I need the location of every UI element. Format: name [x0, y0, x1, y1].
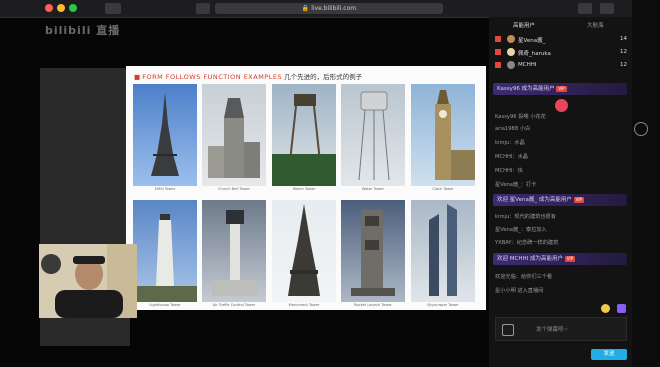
caption-monument-tower: Monument Tower: [288, 303, 320, 307]
rank-username: 佩奇_haruka: [518, 51, 551, 57]
rank-count: 14: [620, 36, 627, 42]
danmaku-icon[interactable]: [502, 324, 514, 336]
flower-gift-icon: [555, 99, 568, 112]
presentation-slide: ■ FORM FOLLOWS FUNCTION EXAMPLES 几个先进的，后…: [126, 66, 486, 310]
caption-watch-tower: Watch Tower: [292, 187, 316, 191]
clock-tower-photo: [411, 84, 475, 186]
chat-input-placeholder: 发个弹幕呗~: [536, 327, 569, 333]
air-traffic-control-tower-photo: [202, 200, 266, 302]
avatar: [507, 48, 515, 56]
caption-water-tower: Water Tower: [361, 187, 385, 191]
chat-panel: 高能用户 大航海 星Vena酱_ 14 佩奇_haruka 12 MCHHI 1…: [489, 17, 633, 367]
chat-message: MCHHI：水晶: [495, 154, 528, 160]
slide-title: ■ FORM FOLLOWS FUNCTION EXAMPLES 几个先进的，后…: [134, 73, 363, 81]
caption-skyscraper-tower: Skyscraper Tower: [427, 303, 459, 307]
webcam-overlay: [39, 244, 137, 318]
banner-text: Kassy96 成为高能用户: [497, 86, 555, 92]
eiffel-tower-photo: [133, 84, 197, 186]
lighthouse-tower-photo: [133, 200, 197, 302]
avatar: [507, 35, 515, 43]
rank-count: 12: [620, 49, 627, 55]
caption-lighthouse-tower: Lighthouse Tower: [149, 303, 181, 307]
rank-username: 星Vena酱_: [518, 38, 546, 44]
tab-high-energy-users[interactable]: 高能用户: [513, 21, 535, 29]
chat-message: kimju：现代的建筑也很有: [495, 214, 556, 220]
high-energy-banner: 欢迎 MCHHI 成为高能用户 VIP: [493, 253, 627, 265]
chat-input[interactable]: 发个弹幕呗~: [495, 317, 627, 341]
chat-message: kimju：水晶: [495, 140, 525, 146]
address-bar[interactable]: 🔒 live.bilibili.com: [215, 3, 443, 14]
rank-badge: [495, 49, 501, 55]
church-bell-tower-photo: [202, 84, 266, 186]
chat-message: YXBAY：纪念碑一样的建筑: [495, 240, 559, 246]
url-text: live.bilibili.com: [311, 5, 357, 12]
rank-badge: [495, 62, 501, 68]
emoji-icon[interactable]: [601, 304, 610, 313]
rank-username: MCHHI: [518, 62, 537, 68]
sidebar-toggle-button[interactable]: [105, 3, 121, 14]
chat-message: 欢迎光临：给你们三个看: [495, 274, 553, 280]
chat-tabs: 高能用户 大航海: [489, 17, 633, 31]
close-window-button[interactable]: [45, 4, 53, 12]
high-energy-banner: Kassy96 成为高能用户 VIP: [493, 83, 627, 95]
rank-badge: [495, 36, 501, 42]
gift-icon[interactable]: [617, 304, 626, 313]
chat-message: Kassy96 投喂 小花花: [495, 114, 546, 120]
lock-icon: 🔒: [301, 5, 312, 12]
banner-text: 欢迎 MCHHI 成为高能用户: [497, 256, 563, 262]
share-button[interactable]: [578, 3, 592, 14]
minimize-window-button[interactable]: [57, 4, 65, 12]
vip-badge: VIP: [564, 255, 576, 262]
caption-church-bell-tower: Church Bell Tower: [217, 187, 251, 191]
privacy-shield-icon[interactable]: [196, 3, 210, 14]
rank-count: 12: [620, 62, 627, 68]
scrollbar[interactable]: [632, 0, 660, 367]
rocket-launch-tower-photo: [341, 200, 405, 302]
chat-message: MCHHI：快: [495, 168, 523, 174]
watch-tower-photo: [272, 84, 336, 186]
slide-title-cn: 几个先进的，后形式的例子: [282, 73, 363, 81]
caption-clock-tower: Clock Tower: [432, 187, 454, 191]
chat-message: 星小小明 进入直播间: [495, 288, 544, 294]
bilibili-logo[interactable]: bilibili 直播: [45, 22, 120, 38]
water-tower-photo: [341, 84, 405, 186]
rank-row[interactable]: MCHHI 12: [489, 60, 633, 72]
vip-badge: VIP: [573, 196, 584, 203]
chat-message: 星Vena酱_：打卡: [495, 182, 537, 188]
vip-badge: VIP: [556, 85, 567, 92]
chat-message: 星Vena酱_：泰拉加入: [495, 227, 547, 233]
tabs-overview-button[interactable]: [600, 3, 614, 14]
rank-row[interactable]: 星Vena酱_ 14: [489, 34, 633, 46]
browser-toolbar: 🔒 live.bilibili.com: [0, 0, 660, 18]
send-label: 发送: [603, 351, 615, 357]
caption-eiffel-tower: Eiffel Tower: [154, 187, 176, 191]
send-button[interactable]: 发送: [591, 349, 627, 360]
banner-text: 欢迎 星Vena酱_ 成为高能用户: [497, 197, 572, 203]
monument-tower-photo: [272, 200, 336, 302]
rank-row[interactable]: 佩奇_haruka 12: [489, 47, 633, 59]
skyscraper-tower-photo: [411, 200, 475, 302]
maximize-window-button[interactable]: [69, 4, 77, 12]
high-energy-banner: 欢迎 星Vena酱_ 成为高能用户 VIP: [493, 194, 627, 206]
tab-voyage[interactable]: 大航海: [587, 21, 604, 29]
caption-rocket-launch-tower: Rocket Launch Tower: [354, 303, 392, 307]
chat-message: aria1988 小白: [495, 126, 531, 132]
slide-title-en: FORM FOLLOWS FUNCTION EXAMPLES: [142, 73, 283, 81]
avatar: [507, 61, 515, 69]
caption-air-traffic-control-tower: Air Traffic Control Tower: [212, 303, 256, 307]
scroll-thumb-icon[interactable]: [634, 122, 648, 136]
